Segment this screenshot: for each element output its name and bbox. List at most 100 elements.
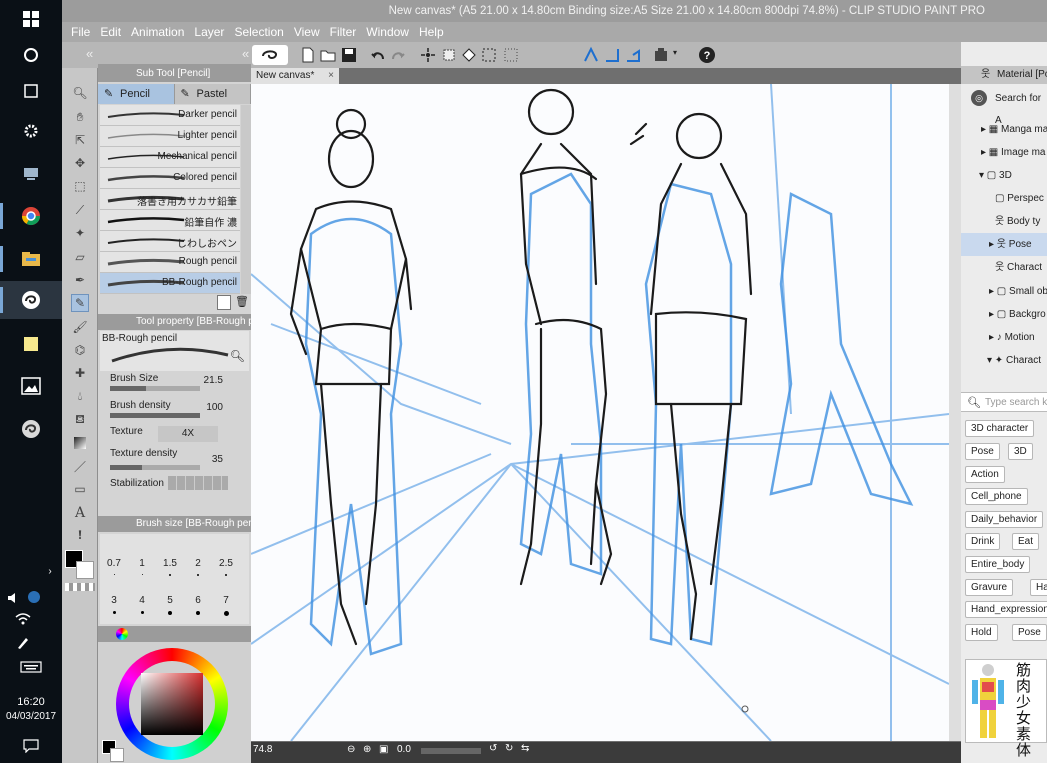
brush-density-row[interactable]: Brush density 100: [100, 398, 249, 422]
tool-gradient[interactable]: [71, 434, 89, 452]
tool-move-layer[interactable]: ✥: [71, 154, 89, 172]
clear-selection-button[interactable]: [419, 46, 437, 64]
tool-zoom[interactable]: 🔍︎: [71, 84, 89, 102]
tree-character[interactable]: 웃 Charact: [961, 256, 1047, 279]
tag-pose-2[interactable]: Pose: [1012, 624, 1047, 641]
texture-value[interactable]: 4X: [158, 426, 218, 442]
tool-decoration[interactable]: ✚: [71, 364, 89, 382]
texture-row[interactable]: Texture 4X: [100, 424, 249, 448]
tree-manga-material[interactable]: ▸ ▦ Manga ma: [961, 118, 1047, 141]
zoom-readout[interactable]: 74.8: [253, 744, 272, 755]
sub-color-mini-swatch[interactable]: [110, 748, 124, 762]
network-button[interactable]: [0, 613, 62, 628]
chrome-app-button[interactable]: [0, 197, 62, 235]
transform-button[interactable]: [440, 46, 458, 64]
start-button[interactable]: [0, 0, 62, 38]
rotate-left-icon[interactable]: ↺: [489, 743, 497, 754]
menu-filter[interactable]: Filter: [325, 22, 362, 42]
material-search-button[interactable]: ◎ Search for A: [965, 88, 1047, 126]
menu-help[interactable]: Help: [414, 22, 449, 42]
tag-pose[interactable]: Pose: [965, 443, 1000, 460]
action-center-button[interactable]: [0, 739, 62, 756]
tool-balloon[interactable]: ❗︎: [71, 526, 89, 544]
special-ruler-snap-button[interactable]: [603, 46, 621, 64]
tree-background[interactable]: ▸ ▢ Backgro: [961, 303, 1047, 326]
magnifier-icon[interactable]: 🔍︎: [230, 349, 245, 363]
file-explorer-button[interactable]: [0, 240, 62, 278]
wastebasket-button[interactable]: [652, 46, 670, 64]
tool-frame-border[interactable]: ▭: [71, 480, 89, 498]
tool-brush[interactable]: 🖌︎: [71, 318, 89, 336]
size-6[interactable]: 6: [184, 595, 212, 625]
menu-selection[interactable]: Selection: [229, 22, 288, 42]
tool-selection[interactable]: ⬚: [71, 177, 89, 195]
size-4[interactable]: 4: [128, 595, 156, 625]
brush-density-value[interactable]: 100: [206, 402, 223, 413]
selection-button[interactable]: [480, 46, 498, 64]
brush-item-darker-pencil[interactable]: Darker pencil: [100, 105, 240, 126]
clock-time[interactable]: 16:20: [0, 696, 62, 708]
color-wheel-tab-icon[interactable]: [116, 628, 128, 640]
brush-item-lighter-pencil[interactable]: Lighter pencil: [100, 126, 240, 147]
menu-file[interactable]: File: [66, 22, 95, 42]
stabilization-row[interactable]: Stabilization: [100, 472, 249, 496]
create-subtool-button[interactable]: [217, 295, 231, 310]
pen-workspace-button[interactable]: [0, 636, 62, 653]
tool-fill[interactable]: ⛾: [71, 411, 89, 429]
stabilization-slider[interactable]: [168, 476, 228, 490]
subtool-list-scrollbar[interactable]: [241, 105, 251, 294]
tag-search-bar[interactable]: 🔍︎ Type search k: [961, 392, 1047, 412]
tag-gravure[interactable]: Gravure: [965, 579, 1014, 596]
tool-airbrush[interactable]: ⌬: [71, 341, 89, 359]
document-tab[interactable]: New canvas* ×: [251, 68, 339, 84]
size-1-5[interactable]: 1.5: [156, 558, 184, 588]
brush-size-slider[interactable]: [110, 386, 200, 391]
brush-item-custom-pencil-dark[interactable]: 鉛筆自作 濃: [100, 210, 240, 231]
tree-3d[interactable]: ▾ ▢ 3D: [961, 164, 1047, 187]
menu-window[interactable]: Window: [361, 22, 414, 42]
size-0-7[interactable]: 0.7: [100, 558, 128, 588]
tree-motion[interactable]: ▸ ♪ Motion: [961, 326, 1047, 349]
volume-button[interactable]: [0, 590, 62, 607]
menu-layer[interactable]: Layer: [189, 22, 229, 42]
tree-image-material[interactable]: ▸ ▦ Image ma: [961, 141, 1047, 164]
touch-keyboard-button[interactable]: [0, 661, 62, 676]
ruler-snap-button[interactable]: [582, 46, 600, 64]
computer-app-button[interactable]: [0, 155, 62, 193]
tool-auto-select[interactable]: ✦: [71, 224, 89, 242]
texture-density-value[interactable]: 35: [212, 454, 223, 465]
redo-button[interactable]: [389, 46, 407, 64]
brush-size-value[interactable]: 21.5: [204, 375, 223, 386]
show-selection-button[interactable]: [502, 46, 520, 64]
sticky-notes-button[interactable]: [0, 325, 62, 363]
tag-daily-behavior[interactable]: Daily_behavior: [965, 511, 1044, 528]
tag-hold[interactable]: Hold: [965, 624, 998, 641]
angle-readout[interactable]: 0.0: [397, 744, 411, 755]
brush-item-rough-sketch-pencil[interactable]: 落書き用カサカサ鉛筆: [100, 189, 240, 210]
menu-animation[interactable]: Animation: [126, 22, 189, 42]
tag-3d[interactable]: 3D: [1008, 443, 1033, 460]
delete-subtool-button[interactable]: 🗑︎: [235, 295, 249, 310]
save-button[interactable]: [340, 46, 358, 64]
material-preview-thumbnail[interactable]: 筋肉少女素体: [965, 659, 1047, 758]
cortana-button[interactable]: [0, 36, 62, 74]
saturation-value-square[interactable]: [141, 673, 203, 735]
tag-entire-body[interactable]: Entire_body: [965, 556, 1031, 573]
menu-view[interactable]: View: [289, 22, 325, 42]
size-7[interactable]: 7: [212, 595, 240, 625]
show-hidden-icons-button[interactable]: ›: [0, 566, 62, 577]
flip-icon[interactable]: ⇆: [521, 743, 529, 754]
undo-button[interactable]: [369, 46, 387, 64]
clip-studio-alt-button[interactable]: [0, 410, 62, 448]
rotate-slider[interactable]: [421, 748, 481, 754]
canvas-vertical-scrollbar[interactable]: [949, 84, 961, 741]
tool-hand[interactable]: ✋︎: [71, 108, 89, 126]
tag-action[interactable]: Action: [965, 466, 1005, 483]
clock-date[interactable]: 04/03/2017: [0, 711, 62, 722]
zoom-in-icon[interactable]: ⊕: [363, 744, 371, 755]
tool-eyedropper[interactable]: ⟋: [71, 201, 89, 219]
tag-hand-expression[interactable]: Hand_expression: [965, 601, 1047, 618]
close-tab-icon[interactable]: ×: [328, 68, 334, 84]
brush-density-slider[interactable]: [110, 413, 200, 418]
tree-perspective[interactable]: ▢ Perspec: [961, 187, 1047, 210]
